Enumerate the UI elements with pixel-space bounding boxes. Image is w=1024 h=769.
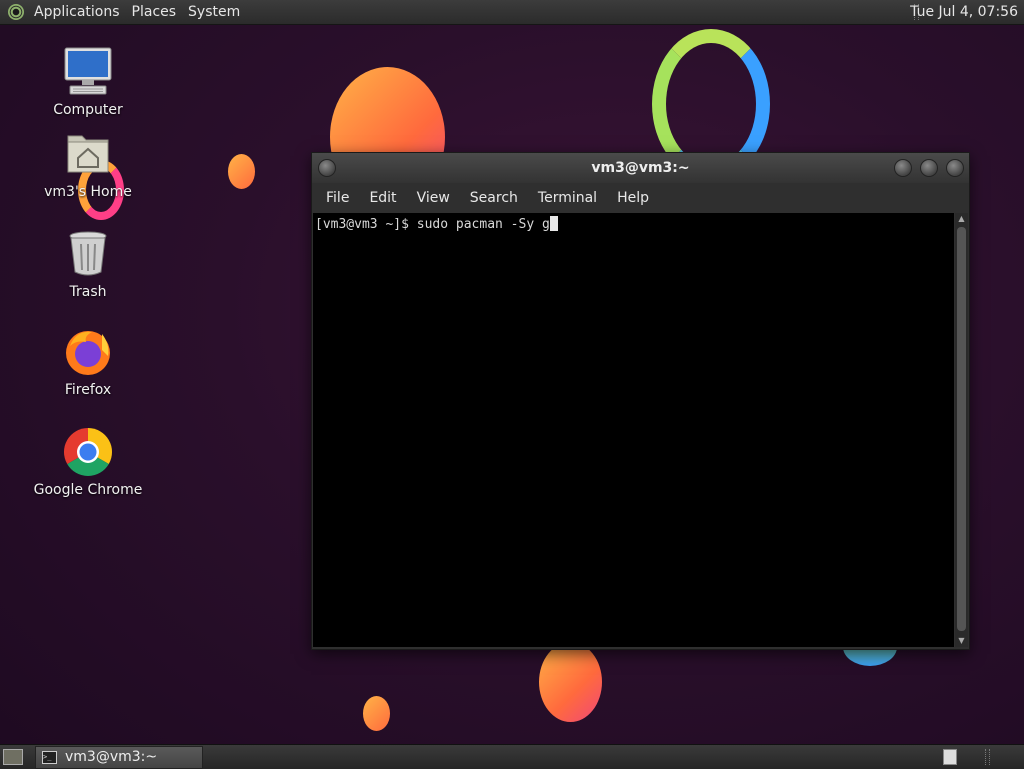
menu-edit[interactable]: Edit: [359, 183, 406, 213]
maximize-button[interactable]: [920, 159, 938, 177]
terminal-output[interactable]: [vm3@vm3 ~]$ sudo pacman -Sy g: [313, 213, 954, 647]
menu-file[interactable]: File: [316, 183, 359, 213]
close-button[interactable]: [946, 159, 964, 177]
terminal-window[interactable]: vm3@vm3:~ File Edit View Search Terminal…: [311, 152, 970, 650]
workspace-switcher[interactable]: [943, 749, 957, 765]
window-title: vm3@vm3:~: [591, 160, 690, 176]
chrome-label: Google Chrome: [33, 482, 143, 498]
menu-help[interactable]: Help: [607, 183, 659, 213]
applications-menu[interactable]: Applications: [28, 0, 126, 24]
shell-prompt: [vm3@vm3 ~]$: [315, 217, 417, 232]
show-desktop-icon[interactable]: [3, 749, 23, 765]
terminal-menubar: File Edit View Search Terminal Help: [312, 183, 969, 213]
firefox-icon: [62, 326, 114, 378]
terminal-command-line: [vm3@vm3 ~]$ sudo pacman -Sy g: [315, 216, 558, 232]
desktop-icon-firefox[interactable]: Firefox: [28, 326, 148, 398]
desktop-icon-home[interactable]: vm3's Home: [28, 128, 148, 200]
wallpaper-bubble: [228, 154, 255, 189]
chrome-icon: [62, 426, 114, 478]
bottom-panel: >_ vm3@vm3:~: [0, 744, 1024, 769]
taskbar-terminal-label: vm3@vm3:~: [65, 749, 158, 765]
computer-label: Computer: [53, 102, 123, 118]
desktop-icon-chrome[interactable]: Google Chrome: [28, 426, 148, 498]
desktop-icon-computer[interactable]: Computer: [28, 46, 148, 118]
places-menu[interactable]: Places: [126, 0, 183, 24]
desktop-icon-trash[interactable]: Trash: [28, 228, 148, 300]
menu-terminal[interactable]: Terminal: [528, 183, 607, 213]
menu-search[interactable]: Search: [460, 183, 528, 213]
top-menu: Applications Places System: [28, 0, 246, 24]
system-menu[interactable]: System: [182, 0, 246, 24]
firefox-label: Firefox: [64, 382, 112, 398]
trash-label: Trash: [69, 284, 107, 300]
scroll-up-arrow-icon[interactable]: ▲: [955, 213, 968, 225]
wallpaper-bubble: [539, 642, 602, 722]
scrollbar-thumb[interactable]: [957, 227, 966, 631]
text-cursor: [549, 216, 558, 231]
terminal-scrollbar[interactable]: ▲ ▼: [955, 213, 968, 647]
home-label: vm3's Home: [44, 184, 132, 200]
computer-icon: [62, 46, 114, 98]
menu-view[interactable]: View: [407, 183, 460, 213]
distro-logo-icon[interactable]: [8, 4, 24, 20]
wallpaper-bubble: [363, 696, 390, 731]
top-panel: Applications Places System Tue Jul 4, 07…: [0, 0, 1024, 25]
clock[interactable]: Tue Jul 4, 07:56: [910, 0, 1018, 24]
trash-icon: [62, 228, 114, 280]
typed-command: sudo pacman -Sy g: [416, 217, 550, 232]
panel-separator: [985, 749, 990, 765]
terminal-titlebar[interactable]: vm3@vm3:~: [312, 153, 969, 183]
home-folder-icon: [62, 128, 114, 180]
terminal-icon: >_: [42, 751, 57, 764]
minimize-button[interactable]: [894, 159, 912, 177]
taskbar-terminal-button[interactable]: >_ vm3@vm3:~: [35, 746, 203, 769]
scroll-down-arrow-icon[interactable]: ▼: [955, 635, 968, 647]
